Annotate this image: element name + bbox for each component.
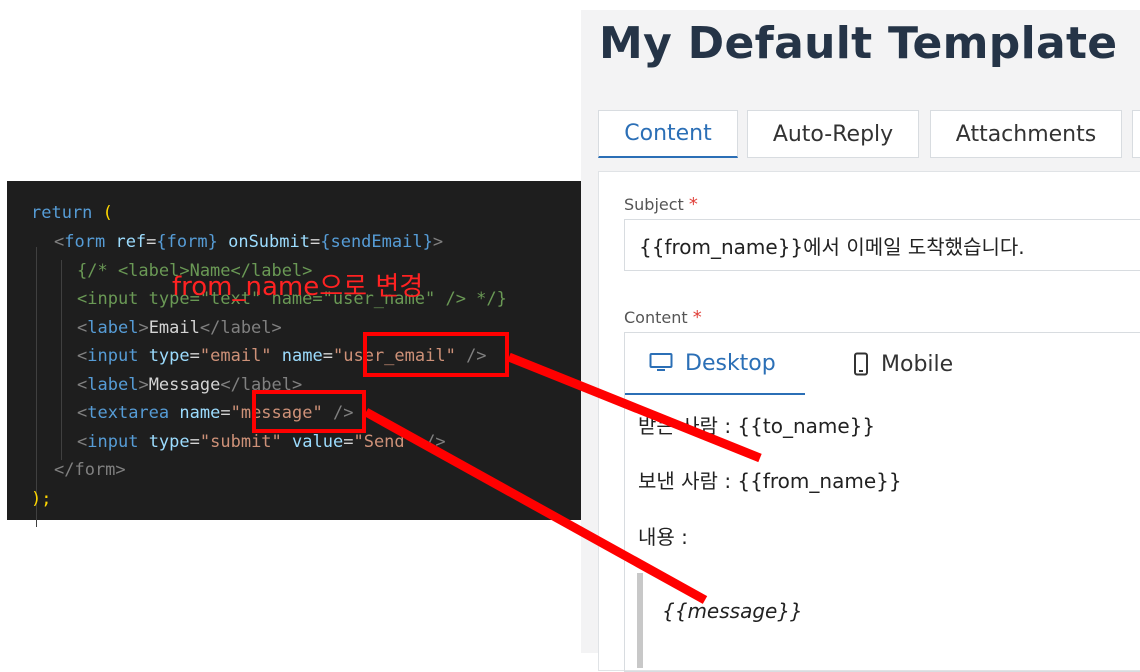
arrow-message-to-quote — [363, 408, 708, 604]
arrow-user-email-to-to-name — [507, 352, 762, 463]
annotation-arrows — [363, 352, 762, 604]
